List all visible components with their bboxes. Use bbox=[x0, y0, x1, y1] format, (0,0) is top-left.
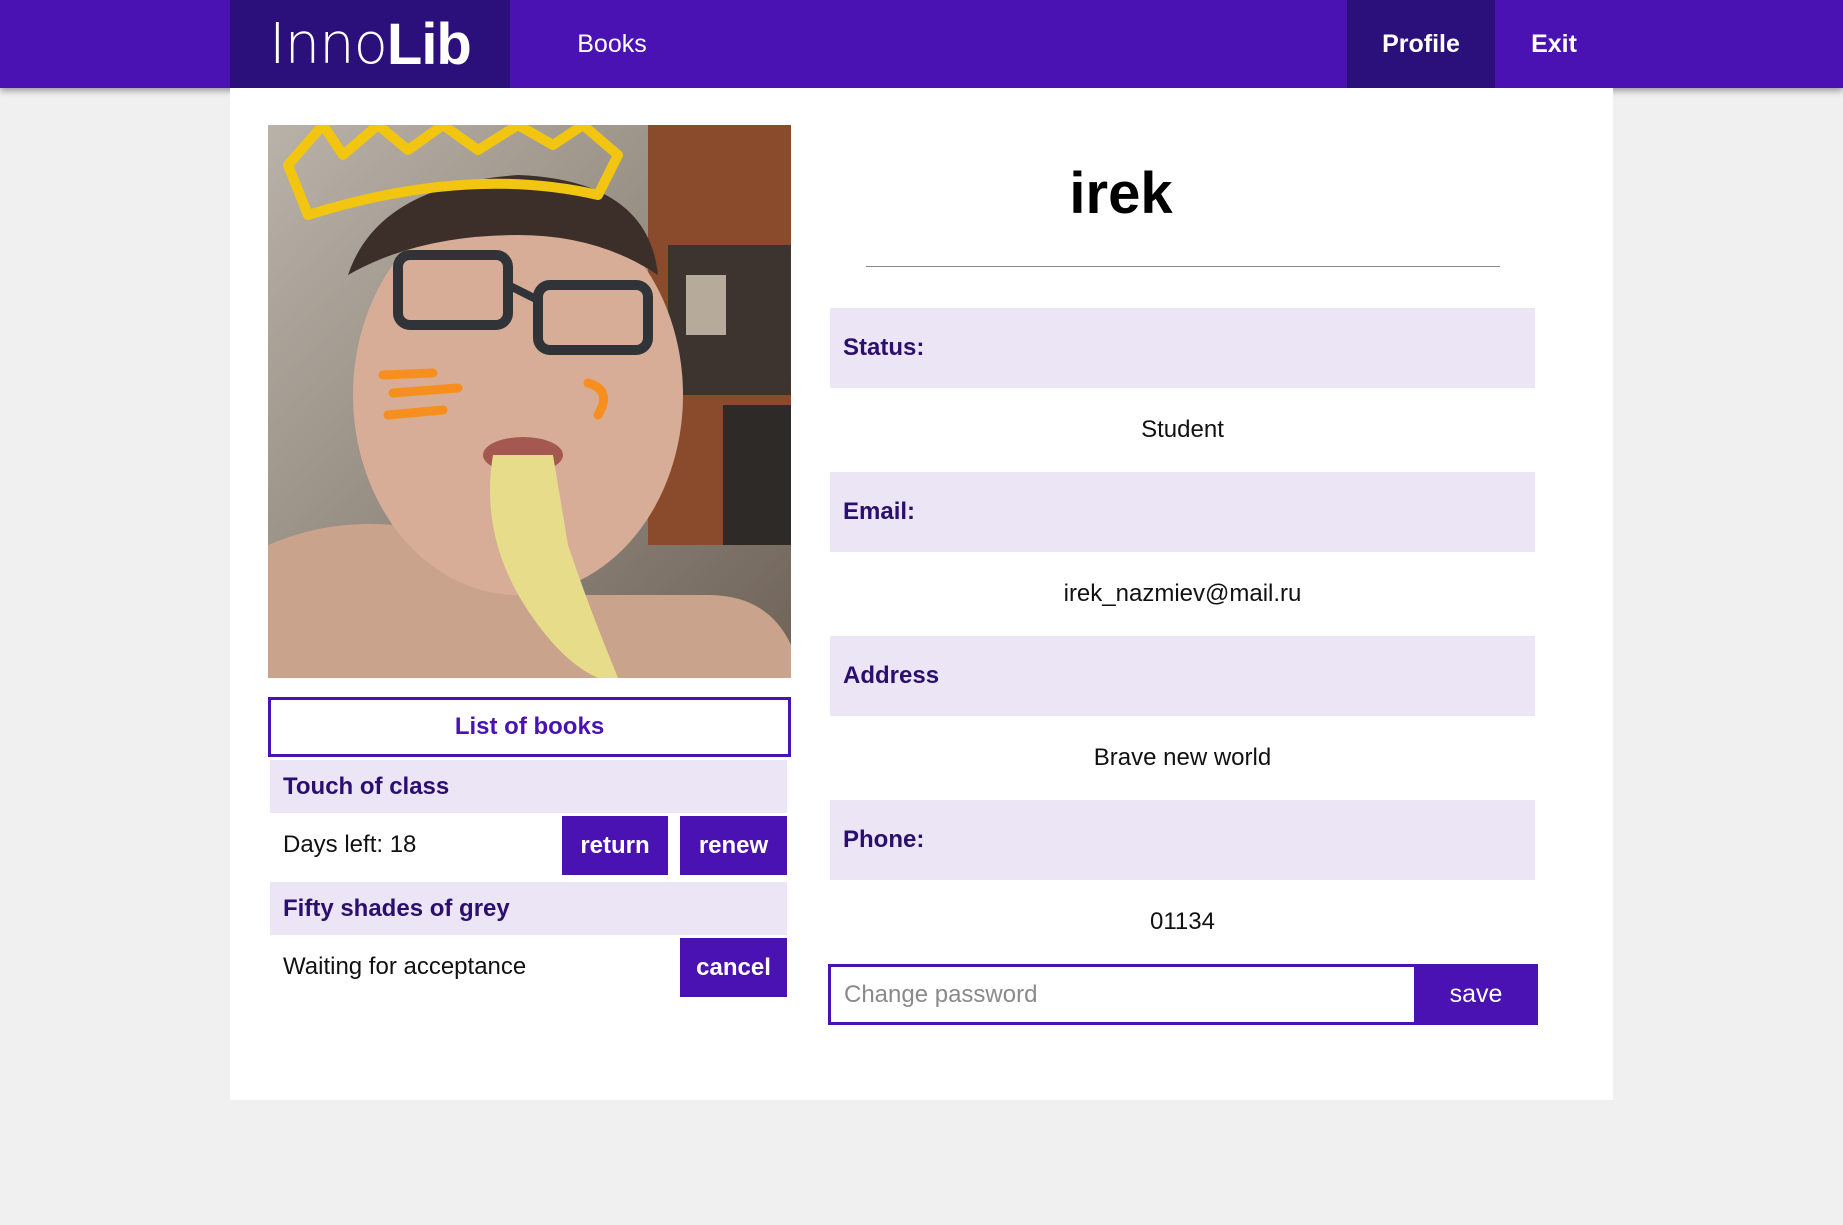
brand-logo-bold: Lib bbox=[386, 11, 472, 77]
profile-card: List of books Touch of class Days left: … bbox=[230, 88, 1613, 1100]
email-value: irek_nazmiev@mail.ru bbox=[1063, 580, 1302, 607]
cancel-button[interactable]: cancel bbox=[680, 938, 787, 997]
phone-value: 01134 bbox=[1150, 908, 1215, 935]
status-value: Student bbox=[1141, 416, 1224, 443]
brand-logo[interactable]: Inno Lib bbox=[230, 0, 510, 88]
book-title: Touch of class bbox=[270, 760, 787, 813]
email-label: Email: bbox=[830, 472, 1535, 552]
book-title: Fifty shades of grey bbox=[270, 882, 787, 935]
navbar-inner: Inno Lib Books Profile Exit bbox=[230, 0, 1613, 88]
user-photo-image bbox=[268, 125, 791, 678]
book-status-row: Days left: 18 return renew bbox=[270, 813, 787, 877]
book-status: Days left: 18 bbox=[283, 831, 417, 858]
title-divider bbox=[866, 266, 1500, 267]
list-of-books-button[interactable]: List of books bbox=[268, 697, 791, 757]
phone-label: Phone: bbox=[830, 800, 1535, 880]
address-label: Address bbox=[830, 636, 1535, 716]
nav-exit-link[interactable]: Exit bbox=[1495, 0, 1613, 88]
page-title: irek bbox=[1069, 161, 1173, 226]
address-value: Brave new world bbox=[1093, 744, 1272, 771]
change-password-input[interactable] bbox=[831, 967, 1414, 1022]
top-navbar: Inno Lib Books Profile Exit bbox=[0, 0, 1843, 88]
book-item: Touch of class Days left: 18 return rene… bbox=[270, 760, 787, 877]
save-password-button[interactable]: save bbox=[1414, 964, 1538, 1025]
change-password-form: save bbox=[828, 964, 1538, 1025]
book-item: Fifty shades of grey Waiting for accepta… bbox=[270, 882, 787, 999]
book-status-row: Waiting for acceptance cancel bbox=[270, 935, 787, 999]
nav-profile-link[interactable]: Profile bbox=[1347, 0, 1495, 88]
status-label: Status: bbox=[830, 308, 1535, 388]
user-photo bbox=[268, 125, 791, 678]
book-status: Waiting for acceptance bbox=[283, 953, 527, 980]
renew-button[interactable]: renew bbox=[680, 816, 787, 875]
brand-logo-light: Inno bbox=[269, 11, 388, 77]
return-button[interactable]: return bbox=[562, 816, 668, 875]
nav-books-link[interactable]: Books bbox=[548, 0, 676, 88]
